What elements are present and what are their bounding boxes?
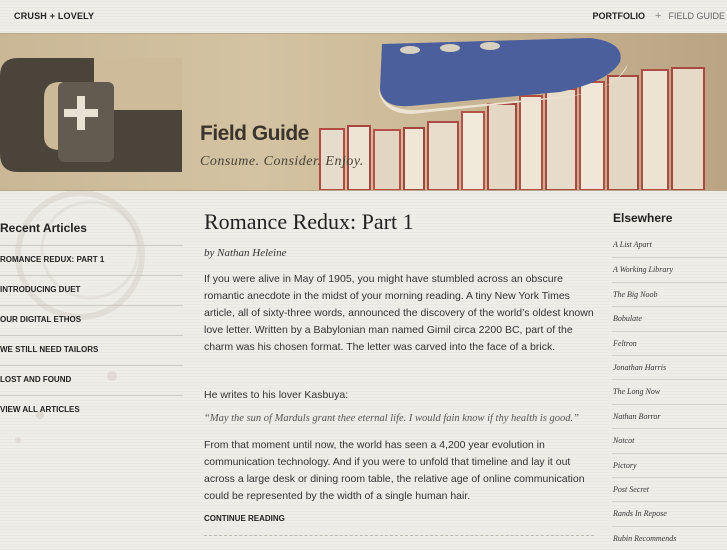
elsewhere-link[interactable]: Notcot <box>612 428 727 452</box>
recent-article-link[interactable]: OUR DIGITAL ETHOS <box>0 305 183 335</box>
recent-article-link[interactable]: INTRODUCING DUET <box>0 275 183 305</box>
top-bar: CRUSH + LOVELY PORTFOLIO + FIELD GUIDE <box>0 0 727 33</box>
recent-article-link[interactable]: LOST AND FOUND <box>0 365 183 395</box>
recent-articles-list: ROMANCE REDUX: PART 1 INTRODUCING DUET O… <box>0 245 183 425</box>
article-quote: “May the sun of Marduls grant thee etern… <box>204 413 579 424</box>
elsewhere-link[interactable]: Nathan Borror <box>612 403 727 428</box>
article-byline: by Nathan Heleine <box>204 247 287 259</box>
article-paragraph: He writes to his lover Kasbuya: <box>204 389 349 401</box>
recent-articles-heading: Recent Articles <box>0 221 87 235</box>
plus-icon: + <box>655 9 662 22</box>
article-paragraph: If you were alive in May of 1905, you mi… <box>204 273 594 353</box>
continue-reading-link[interactable]: CONTINUE READING <box>204 514 285 523</box>
site-title: Field Guide <box>200 122 309 145</box>
nav-portfolio[interactable]: PORTFOLIO <box>593 11 646 21</box>
elsewhere-link[interactable]: Rubin Recommends <box>612 525 727 550</box>
recent-article-link[interactable]: ROMANCE REDUX: PART 1 <box>0 245 183 275</box>
article-paragraph: From that moment until now, the world ha… <box>204 439 585 502</box>
elsewhere-link[interactable]: Pictory <box>612 452 727 477</box>
elsewhere-link[interactable]: Jonathan Harris <box>612 354 727 379</box>
brand-link[interactable]: CRUSH + LOVELY <box>14 11 94 21</box>
elsewhere-link[interactable]: The Long Now <box>612 379 727 403</box>
hero-banner: Field Guide Consume. Consider. Enjoy. <box>0 33 727 191</box>
article-title[interactable]: Romance Redux: Part 1 <box>204 209 414 235</box>
elsewhere-link[interactable]: Feltron <box>612 330 727 355</box>
recent-article-link[interactable]: WE STILL NEED TAILORS <box>0 335 183 365</box>
view-all-articles-link[interactable]: VIEW ALL ARTICLES <box>0 395 183 425</box>
elsewhere-link[interactable]: Post Secret <box>612 476 727 501</box>
elsewhere-link[interactable]: Bobulate <box>612 306 727 330</box>
elsewhere-link[interactable]: The Big Noob <box>612 281 727 306</box>
divider <box>204 535 594 536</box>
crush-lovely-logo <box>0 58 182 172</box>
nav-field-guide[interactable]: FIELD GUIDE <box>668 11 725 21</box>
elsewhere-link[interactable]: A List Apart <box>612 233 727 257</box>
elsewhere-list: A List Apart A Working Library The Big N… <box>612 233 727 550</box>
elsewhere-link[interactable]: A Working Library <box>612 257 727 281</box>
top-nav: PORTFOLIO + FIELD GUIDE <box>593 9 725 22</box>
elsewhere-heading: Elsewhere <box>613 211 673 225</box>
site-tagline: Consume. Consider. Enjoy. <box>200 154 364 169</box>
elsewhere-link[interactable]: Rands In Repose <box>612 501 727 525</box>
